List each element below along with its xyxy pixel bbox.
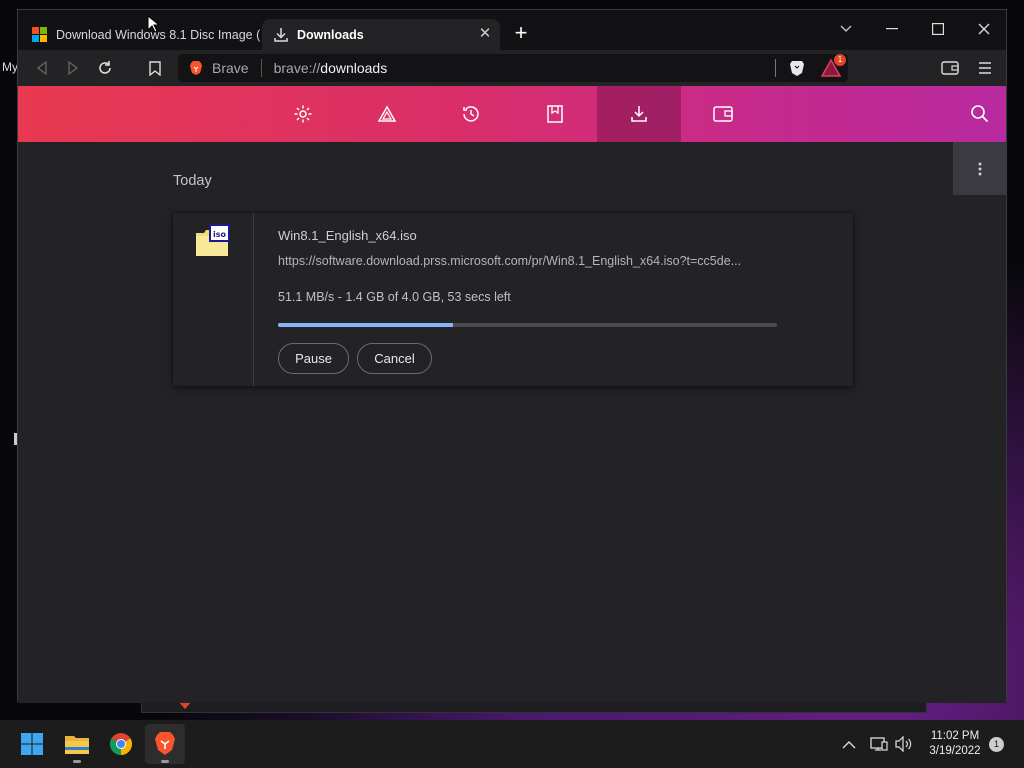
history-icon: [463, 106, 479, 122]
clock-time: 11:02 PM: [930, 730, 980, 742]
omnibox-separator: [260, 59, 262, 77]
close-icon[interactable]: ✕: [476, 25, 494, 43]
omnibox-divider: [775, 59, 776, 77]
reload-button[interactable]: [93, 56, 117, 80]
new-tab-button[interactable]: +: [511, 22, 531, 44]
wallet-button[interactable]: [938, 56, 962, 80]
source-url-link[interactable]: https://software.download.prss.microsoft…: [278, 254, 741, 268]
network-button[interactable]: [870, 720, 888, 768]
start-button[interactable]: [12, 724, 52, 764]
url-scheme: brave://: [273, 60, 321, 76]
microsoft-logo-icon: [32, 27, 47, 42]
progress-fill: [278, 323, 453, 327]
desktop-icon-label[interactable]: My: [2, 60, 18, 74]
url-host: downloads: [320, 60, 388, 76]
running-indicator: [161, 760, 169, 763]
taskbar-file-explorer[interactable]: [57, 724, 97, 764]
file-type-label: iso: [213, 230, 227, 239]
downloads-page: Today iso Win8.1_English_x64.iso https:/…: [18, 142, 1006, 703]
date-heading: Today: [173, 173, 212, 189]
back-button[interactable]: [30, 56, 54, 80]
nav-downloads[interactable]: [597, 86, 681, 142]
settings-icon: [294, 105, 312, 123]
tray-overflow-button[interactable]: [842, 720, 856, 768]
nav-wallet[interactable]: [681, 86, 765, 142]
nav-rewards[interactable]: [345, 86, 429, 142]
minimize-button[interactable]: [869, 15, 915, 43]
maximize-button[interactable]: [915, 15, 961, 43]
brave-icon: [155, 732, 175, 755]
taskbar-brave[interactable]: [145, 724, 185, 764]
wallet-icon: [713, 106, 733, 122]
download-icon: [274, 27, 288, 42]
browser-window: Download Windows 8.1 Disc Image (ISO Dow…: [17, 9, 1007, 703]
address-bar[interactable]: Brave brave:// downloads 1: [178, 54, 848, 82]
file-explorer-icon: [65, 736, 89, 754]
cancel-button[interactable]: Cancel: [357, 343, 432, 374]
volume-icon: [895, 736, 912, 752]
tab-windows-download[interactable]: Download Windows 8.1 Disc Image (ISO: [22, 19, 260, 50]
search-icon[interactable]: [970, 104, 990, 124]
tab-search-chevron-down-icon[interactable]: [823, 15, 869, 43]
brave-lion-icon: [190, 61, 202, 75]
volume-button[interactable]: [895, 720, 913, 768]
nav-settings[interactable]: [261, 86, 345, 142]
forward-button[interactable]: [61, 56, 85, 80]
taskbar-chrome[interactable]: [101, 724, 141, 764]
file-name-link[interactable]: Win8.1_English_x64.iso: [278, 228, 417, 243]
menu-button[interactable]: [973, 56, 997, 80]
window-close-button[interactable]: [961, 15, 1007, 43]
download-item: iso Win8.1_English_x64.iso https://softw…: [173, 213, 853, 386]
site-chip: Brave: [212, 60, 249, 76]
iso-file-icon: iso: [196, 224, 230, 256]
card-divider: [253, 213, 254, 386]
network-icon: [870, 737, 888, 751]
bookmarks-icon: [547, 105, 563, 123]
download-status: 51.1 MB/s - 1.4 GB of 4.0 GB, 53 secs le…: [278, 290, 511, 304]
pause-button[interactable]: Pause: [278, 343, 349, 374]
browser-toolbar: Brave brave:// downloads 1: [18, 50, 1006, 86]
chrome-icon: [110, 733, 132, 755]
nav-history[interactable]: [429, 86, 513, 142]
clock-date: 3/19/2022: [929, 745, 981, 757]
nav-bookmarks[interactable]: [513, 86, 597, 142]
rewards-icon: [377, 105, 397, 122]
more-actions-button[interactable]: [953, 142, 1006, 195]
bookmark-button[interactable]: [143, 56, 167, 80]
brave-shields-icon[interactable]: [788, 59, 806, 77]
tab-downloads[interactable]: Downloads ✕: [262, 19, 500, 50]
brave-settings-nav: [18, 86, 1006, 142]
tab-title: Downloads: [297, 27, 364, 42]
rewards-badge: 1: [834, 54, 846, 66]
downloads-icon: [631, 106, 647, 122]
taskbar-clock[interactable]: 11:02 PM 3/19/2022: [924, 729, 986, 759]
running-indicator: [73, 760, 81, 763]
chevron-up-icon: [842, 740, 856, 748]
more-vertical-icon: [978, 162, 981, 175]
start-icon: [21, 733, 43, 755]
tab-strip: Download Windows 8.1 Disc Image (ISO Dow…: [18, 10, 1006, 50]
mouse-cursor-icon: [147, 15, 159, 33]
progress-bar: [278, 323, 777, 327]
notification-badge[interactable]: 1: [989, 737, 1004, 752]
taskbar: 11:02 PM 3/19/2022 1: [0, 720, 1024, 768]
